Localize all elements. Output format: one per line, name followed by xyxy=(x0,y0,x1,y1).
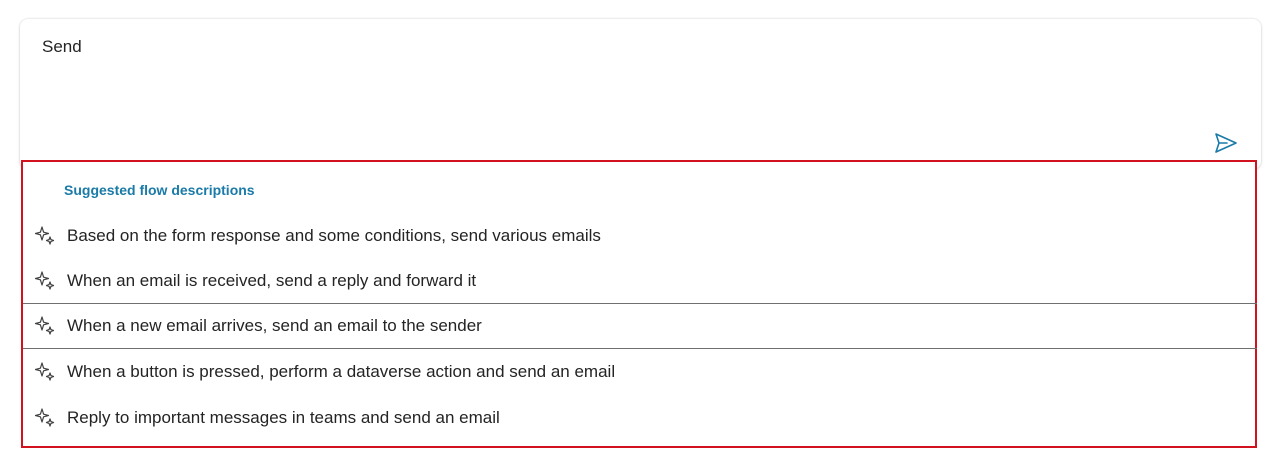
sparkle-icon xyxy=(34,316,55,335)
suggestion-item[interactable]: Reply to important messages in teams and… xyxy=(23,396,1255,440)
suggestion-item[interactable]: When an email is received, send a reply … xyxy=(23,259,1255,303)
sparkle-icon xyxy=(34,226,55,245)
suggestion-label: Based on the form response and some cond… xyxy=(67,226,601,245)
suggestions-dropdown: Suggested flow descriptions Based on the… xyxy=(21,160,1257,448)
input-text: Send xyxy=(42,37,82,56)
suggestion-item-selected[interactable]: When a new email arrives, send an email … xyxy=(23,303,1257,349)
suggestions-header: Suggested flow descriptions xyxy=(64,182,255,198)
suggestion-item[interactable]: Based on the form response and some cond… xyxy=(23,214,1255,258)
send-button[interactable] xyxy=(1213,131,1239,155)
suggestion-label: When a button is pressed, perform a data… xyxy=(67,362,616,381)
suggestion-label: When an email is received, send a reply … xyxy=(67,271,477,290)
sparkle-icon xyxy=(34,362,55,381)
sparkle-icon xyxy=(34,271,55,290)
suggestion-label: When a new email arrives, send an email … xyxy=(67,316,482,335)
sparkle-icon xyxy=(34,408,55,427)
suggestion-label: Reply to important messages in teams and… xyxy=(67,408,500,427)
flow-description-panel: Send Suggested flow descriptions Based o… xyxy=(0,0,1280,464)
send-icon xyxy=(1215,133,1237,153)
flow-description-input[interactable]: Send xyxy=(20,19,1261,169)
suggestion-item[interactable]: When a button is pressed, perform a data… xyxy=(23,350,1255,394)
